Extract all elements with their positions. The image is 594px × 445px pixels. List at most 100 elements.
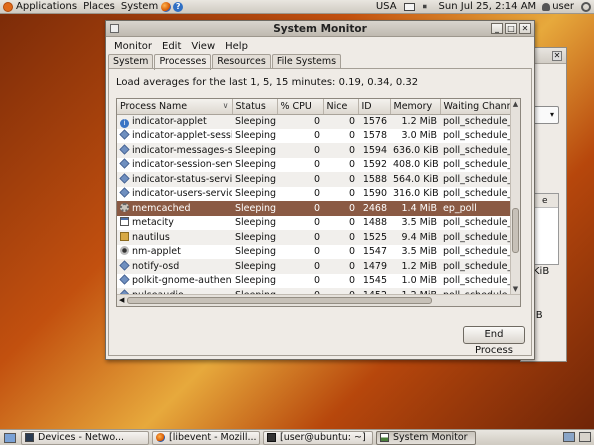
background-text-kib: KiB xyxy=(533,266,550,277)
window-titlebar[interactable]: System Monitor _ □ ✕ xyxy=(106,21,534,37)
process-waiting-channel: ep_poll xyxy=(440,201,515,216)
process-cpu: 0 xyxy=(313,130,320,142)
menu-view[interactable]: View xyxy=(186,41,220,52)
tab-resources[interactable]: Resources xyxy=(212,54,271,69)
process-name: memcached xyxy=(132,202,191,214)
table-row[interactable]: memcached Sleeping 0 0 2468 1.4 MiB ep_poll xyxy=(117,201,515,216)
tab-system[interactable]: System xyxy=(108,54,154,69)
close-icon[interactable]: ✕ xyxy=(552,51,562,61)
process-memory: 1.0 MiB xyxy=(401,275,437,287)
minimize-button[interactable]: _ xyxy=(491,23,503,34)
table-row[interactable]: polkit-gnome-authentication-agent-1Sleep… xyxy=(117,274,515,289)
scroll-left-icon[interactable]: ◀ xyxy=(119,295,124,306)
process-memory: 316.0 KiB xyxy=(393,188,439,200)
trash-icon[interactable] xyxy=(579,432,591,442)
scroll-up-icon[interactable]: ▲ xyxy=(511,99,520,109)
process-memory: 636.0 KiB xyxy=(390,143,440,158)
sort-chevron-icon: ∨ xyxy=(222,100,229,110)
table-row[interactable]: nm-applet Sleeping 0 0 1547 3.5 MiB poll_sched… xyxy=(117,245,515,260)
process-name: indicator-session-service xyxy=(132,159,232,171)
end-process-button[interactable]: End Process xyxy=(463,326,525,356)
process-status: Sleeping xyxy=(232,259,277,274)
column-header-waiting-channel[interactable]: Waiting Channel xyxy=(440,99,516,115)
diamond-icon xyxy=(119,129,130,140)
system-monitor-window[interactable]: System Monitor _ □ ✕ Monitor Edit View H… xyxy=(105,20,535,360)
table-row[interactable]: nautilus Sleeping 0 0 1525 9.4 MiB poll_schedu… xyxy=(117,230,515,245)
maximize-button[interactable]: □ xyxy=(505,23,517,34)
system-monitor-icon xyxy=(380,433,389,442)
places-menu[interactable]: Places xyxy=(80,0,118,14)
process-name: indicator-messages-service xyxy=(132,144,232,156)
table-header-row: Process Name ∨ Status % CPU Nice ID Memor… xyxy=(117,99,516,115)
horizontal-scroll-thumb[interactable] xyxy=(127,297,432,304)
menu-help[interactable]: Help xyxy=(220,41,253,52)
user-label: user xyxy=(552,1,574,12)
process-name-cell: indicator-applet-session xyxy=(117,129,232,144)
column-header-cpu[interactable]: % CPU xyxy=(277,99,324,115)
column-header-memory[interactable]: Memory xyxy=(390,99,441,115)
taskbar-button[interactable]: [user@ubuntu: ~] xyxy=(263,430,373,445)
mail-icon[interactable] xyxy=(403,2,415,11)
process-waiting-channel: poll_schedule_tim xyxy=(443,275,515,287)
taskbar-button-label: [user@ubuntu: ~] xyxy=(280,432,366,443)
load-averages-label: Load averages for the last 1, 5, 15 minu… xyxy=(116,77,419,88)
dot-icon xyxy=(120,246,129,256)
process-id: 1578 xyxy=(362,130,387,142)
help-icon[interactable]: ? xyxy=(173,1,184,12)
vertical-scroll-thumb[interactable] xyxy=(512,208,519,253)
process-memory: 1.2 MiB xyxy=(390,114,440,129)
process-table[interactable]: Process Name ∨ Status % CPU Nice ID Memor… xyxy=(116,98,521,307)
show-desktop-icon[interactable] xyxy=(4,432,16,443)
clock[interactable]: Sun Jul 25, 2:14 AM xyxy=(436,0,540,14)
menu-monitor[interactable]: Monitor xyxy=(109,41,157,52)
process-memory: 408.0 KiB xyxy=(393,159,439,171)
process-name-cell: indicator-status-service xyxy=(117,172,232,187)
process-cpu: 0 xyxy=(277,172,323,187)
taskbar-button[interactable]: Devices - Netwo... xyxy=(21,430,149,445)
menubar: Monitor Edit View Help xyxy=(106,38,534,54)
power-icon[interactable] xyxy=(581,1,591,12)
process-memory: 1.2 MiB xyxy=(390,259,440,274)
process-name: notify-osd xyxy=(132,260,180,272)
table-row[interactable]: indicator-applet-sessionSleeping 0 0 1578 3.… xyxy=(117,129,515,144)
table-row[interactable]: indicator-status-serviceSleeping00158856… xyxy=(117,172,515,187)
process-nice: 0 xyxy=(323,230,358,245)
close-button[interactable]: ✕ xyxy=(519,23,531,34)
applications-menu[interactable]: Applications xyxy=(0,0,80,14)
process-id: 1576 xyxy=(358,114,390,129)
horizontal-scrollbar[interactable]: ◀ xyxy=(117,294,520,306)
column-header-nice[interactable]: Nice xyxy=(323,99,359,115)
process-name: indicator-applet xyxy=(132,115,207,127)
gear-icon xyxy=(120,202,129,212)
column-header-process-name[interactable]: Process Name ∨ xyxy=(117,99,233,115)
taskbar-button[interactable]: [libevent - Mozill... xyxy=(152,430,260,445)
window-title: System Monitor xyxy=(273,23,367,35)
menu-edit[interactable]: Edit xyxy=(157,41,186,52)
column-header-id[interactable]: ID xyxy=(358,99,391,115)
scroll-down-icon[interactable]: ▼ xyxy=(511,284,520,294)
window-menu-icon[interactable] xyxy=(110,24,119,33)
process-waiting-channel: poll_schedule_tim xyxy=(443,246,515,258)
system-menu[interactable]: System ? xyxy=(118,0,186,14)
table-row[interactable]: metacity Sleeping 0 0 1488 3.5 MiB poll_schedu… xyxy=(117,216,515,231)
workspace-switcher-icon[interactable] xyxy=(563,432,575,442)
vertical-scrollbar[interactable]: ▲ ▼ xyxy=(510,99,520,294)
ubuntu-logo-icon xyxy=(3,1,13,12)
table-row[interactable]: indicator-session-serviceSleeping 0 0 1592 4… xyxy=(117,158,515,173)
table-row[interactable]: i indicator-applet Sleeping 0 0 1576 1.2 MiB po… xyxy=(117,114,515,129)
process-name-cell: nm-applet xyxy=(117,245,232,260)
keyboard-layout-indicator[interactable]: USA xyxy=(373,0,400,14)
process-status: Sleeping xyxy=(232,201,277,216)
process-memory: 3.0 MiB xyxy=(401,130,437,142)
volume-icon[interactable] xyxy=(422,2,432,11)
firefox-launcher-icon[interactable] xyxy=(161,1,172,12)
table-row[interactable]: indicator-messages-serviceSleeping001594… xyxy=(117,143,515,158)
table-row[interactable]: indicator-users-service Sleeping 0 0 1590 316… xyxy=(117,187,515,202)
tab-file-systems[interactable]: File Systems xyxy=(271,54,342,69)
process-nice: 0 xyxy=(348,217,355,229)
table-row[interactable]: notify-osd Sleeping 0 0 1479 1.2 MiB poll_sche… xyxy=(117,259,515,274)
user-menu[interactable]: user xyxy=(539,0,577,14)
column-header-status[interactable]: Status xyxy=(232,99,278,115)
folder-icon xyxy=(120,231,129,241)
taskbar-button[interactable]: System Monitor xyxy=(376,430,476,445)
